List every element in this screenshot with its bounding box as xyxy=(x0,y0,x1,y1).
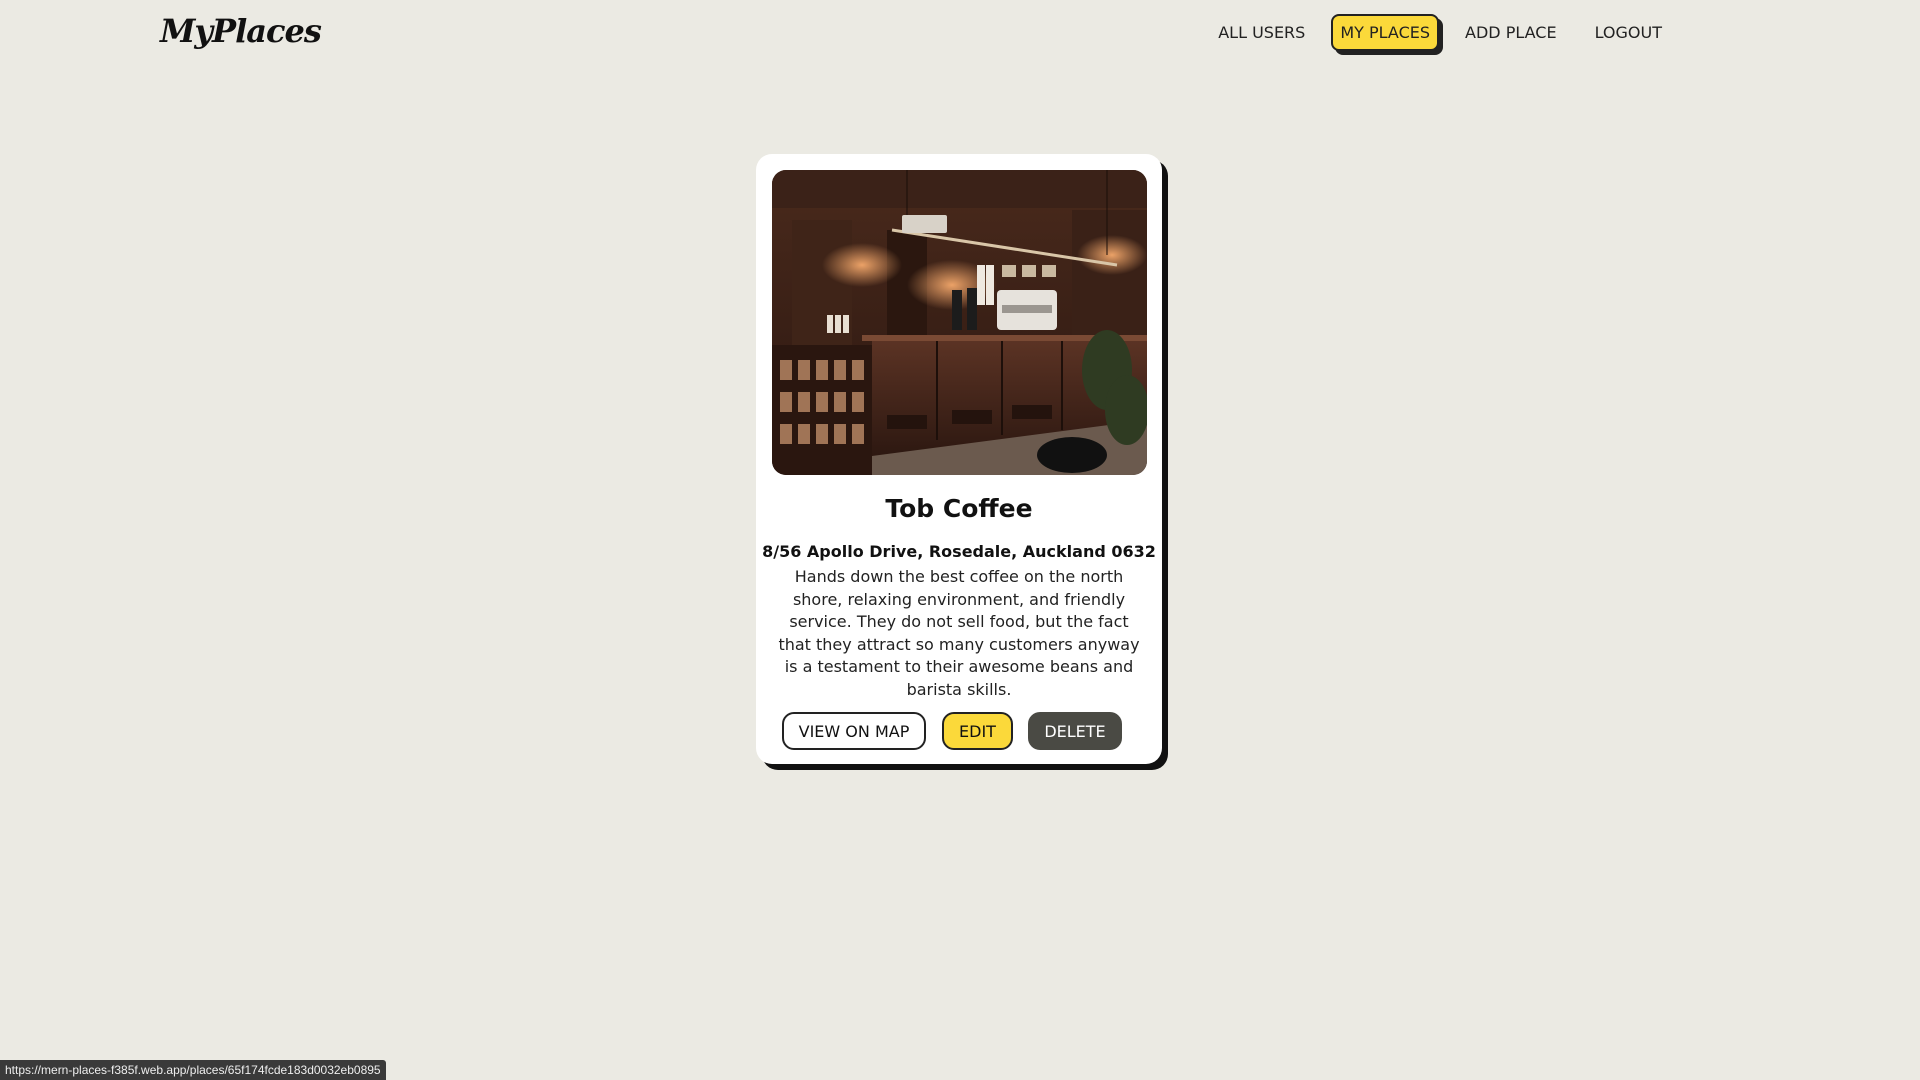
logo[interactable]: MyPlaces xyxy=(160,12,322,50)
card-actions: VIEW ON MAP EDIT DELETE xyxy=(756,712,1162,752)
place-image xyxy=(772,170,1147,475)
header: MyPlaces ALL USERS MY PLACES ADD PLACE L… xyxy=(0,0,1920,70)
nav-all-users[interactable]: ALL USERS xyxy=(1206,12,1317,53)
nav-my-places[interactable]: MY PLACES xyxy=(1331,14,1440,51)
status-bar-url: https://mern-places-f385f.web.app/places… xyxy=(0,1060,386,1080)
nav-add-place[interactable]: ADD PLACE xyxy=(1453,12,1569,53)
nav-logout[interactable]: LOGOUT xyxy=(1583,12,1674,53)
main-nav: ALL USERS MY PLACES ADD PLACE LOGOUT xyxy=(1192,12,1674,53)
place-address: 8/56 Apollo Drive, Rosedale, Auckland 06… xyxy=(762,542,1156,561)
edit-button[interactable]: EDIT xyxy=(942,712,1013,750)
delete-button[interactable]: DELETE xyxy=(1028,712,1122,750)
place-card: Tob Coffee 8/56 Apollo Drive, Rosedale, … xyxy=(756,154,1162,764)
view-on-map-button[interactable]: VIEW ON MAP xyxy=(782,712,926,750)
place-description: Hands down the best coffee on the north … xyxy=(778,567,1140,699)
place-title: Tob Coffee xyxy=(885,494,1033,523)
